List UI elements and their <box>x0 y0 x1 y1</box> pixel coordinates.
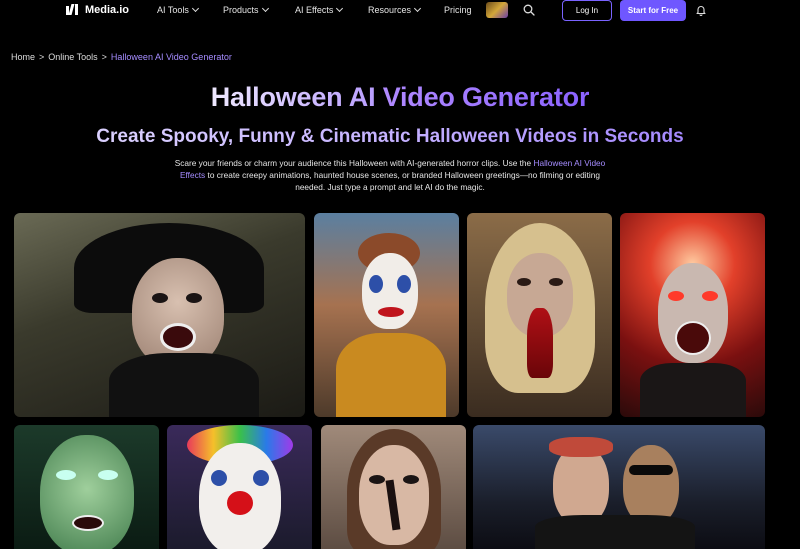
nav-resources[interactable]: Resources <box>368 4 422 15</box>
breadcrumb-current: Halloween AI Video Generator <box>110 52 232 62</box>
description-text: to create creepy animations, haunted hou… <box>205 170 601 192</box>
brand-name: Media.io <box>85 4 130 16</box>
breadcrumb-separator: > <box>101 52 107 62</box>
gallery-video-witch-selfie[interactable] <box>14 213 305 417</box>
description-text: Scare your friends or charm your audienc… <box>174 158 534 168</box>
nav-products-label: Products <box>223 5 259 15</box>
gallery-video-clown-makeup-woman[interactable] <box>314 213 459 417</box>
promo-badge-icon[interactable] <box>486 2 508 18</box>
gallery-video-two-women-street[interactable] <box>473 425 765 549</box>
start-for-free-button[interactable]: Start for Free <box>620 0 686 21</box>
breadcrumb-separator: > <box>39 52 45 62</box>
login-button[interactable]: Log In <box>562 0 612 21</box>
page-title: Halloween AI Video Generator <box>0 82 800 113</box>
search-icon[interactable] <box>523 4 535 16</box>
page-description: Scare your friends or charm your audienc… <box>170 157 610 193</box>
gallery-video-cracked-face-woman[interactable] <box>321 425 466 549</box>
media-io-logo-icon <box>66 4 80 16</box>
breadcrumb: Home > Online Tools > Halloween AI Video… <box>11 52 232 62</box>
brand-logo[interactable]: Media.io <box>66 4 129 16</box>
nav-pricing-label: Pricing <box>444 5 472 15</box>
gallery-video-vampire-scream[interactable] <box>620 213 765 417</box>
bell-icon[interactable] <box>695 4 707 16</box>
chevron-down-icon <box>261 4 269 13</box>
chevron-down-icon <box>191 4 199 13</box>
top-nav: Media.io AI Tools Products AI Effects Re… <box>0 0 800 22</box>
nav-resources-label: Resources <box>368 5 412 15</box>
breadcrumb-online-tools[interactable]: Online Tools <box>48 52 97 62</box>
chevron-down-icon <box>413 4 422 13</box>
chevron-down-icon <box>336 4 344 13</box>
nav-products[interactable]: Products <box>223 4 269 15</box>
nav-ai-tools-label: AI Tools <box>157 5 189 15</box>
page-subtitle: Create Spooky, Funny & Cinematic Hallowe… <box>0 126 780 148</box>
nav-ai-effects-label: AI Effects <box>295 5 334 15</box>
gallery-video-rainbow-clown[interactable] <box>167 425 312 549</box>
gallery-video-zombie-blonde[interactable] <box>467 213 612 417</box>
nav-pricing[interactable]: Pricing <box>444 5 472 15</box>
gallery-video-green-witch[interactable] <box>14 425 159 549</box>
breadcrumb-home[interactable]: Home <box>11 52 35 62</box>
nav-ai-tools[interactable]: AI Tools <box>157 4 199 15</box>
page-title-part2: Video Generator <box>382 82 590 112</box>
nav-ai-effects[interactable]: AI Effects <box>295 4 344 15</box>
page-title-part1: Halloween AI <box>210 82 383 112</box>
